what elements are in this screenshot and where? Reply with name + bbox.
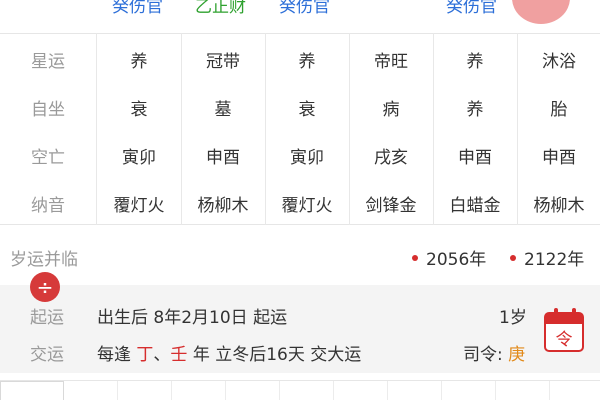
row-label: 纳音 — [31, 196, 65, 216]
tab-item[interactable] — [388, 381, 442, 400]
qiyun-age: 1岁 — [499, 308, 527, 328]
siling: 司令: 庚 — [463, 340, 525, 365]
grid-cell: 寅卯 — [290, 148, 324, 168]
siling-value: 庚 — [508, 345, 526, 365]
grid-cell: 覆灯火 — [113, 196, 165, 216]
grid-cell: 病 — [382, 100, 400, 120]
suiyun-binglin-row: 岁运并临 2056年 2122年 — [0, 240, 600, 274]
grid-divider — [349, 33, 350, 225]
plus-minus-badge-icon[interactable]: ÷ — [30, 272, 60, 302]
suiyun-year: 2122年 — [510, 245, 584, 270]
grid-divider — [96, 33, 97, 225]
grid-cell: 杨柳木 — [533, 196, 585, 216]
jiaoyun-stem: 壬 — [170, 345, 188, 365]
tab-item[interactable] — [172, 381, 226, 400]
grid-cell: 申酉 — [542, 148, 576, 168]
grid-cell: 杨柳木 — [197, 196, 249, 216]
tab-item[interactable] — [334, 381, 388, 400]
grid-cell: 沐浴 — [542, 52, 576, 72]
grid-cell: 养 — [466, 52, 484, 72]
grid-cell: 寅卯 — [122, 148, 156, 168]
calendar-ring — [572, 308, 576, 318]
qiyun-panel: 起运 出生后 8年2月10日 起运 1岁 交运 每逢 丁、壬 年 立冬后16天 … — [0, 285, 600, 373]
grid-cell: 戌亥 — [374, 148, 408, 168]
grid-cell: 覆灯火 — [281, 196, 333, 216]
siling-label: 司令: — [463, 345, 503, 365]
grid-cell: 申酉 — [206, 148, 240, 168]
suiyun-year-text: 2122年 — [524, 250, 585, 270]
grid-row-zizuo: 自坐 衰 墓 衰 病 养 胎 — [0, 82, 600, 130]
grid-row-xingyun: 星运 养 冠带 养 帝旺 养 沐浴 — [0, 34, 600, 82]
grid-divider — [433, 33, 434, 225]
jiaoyun-suffix: 年 立冬后16天 交大运 — [192, 345, 362, 365]
tab-item[interactable] — [0, 381, 64, 400]
jiaoyun-label: 交运 — [30, 345, 64, 365]
jiaoyun-text: 每逢 丁、壬 年 立冬后16天 交大运 — [97, 340, 361, 365]
calendar-ling-icon[interactable]: 令 — [544, 308, 584, 352]
tab-item[interactable] — [64, 381, 118, 400]
tab-item[interactable] — [118, 381, 172, 400]
suiyun-year: 2056年 — [412, 245, 486, 270]
grid-cell: 衰 — [298, 100, 316, 120]
ten-gods-row: 癸伤官 乙正财 癸伤官 癸伤官 — [0, 0, 600, 26]
grid-divider — [265, 33, 266, 225]
calendar-label: 令 — [555, 330, 573, 350]
bottom-tab-strip — [0, 380, 600, 400]
red-dot-icon — [510, 255, 516, 261]
grid-cell: 墓 — [214, 100, 232, 120]
grid-cell: 白蜡金 — [449, 196, 501, 216]
ten-god-cell: 癸伤官 — [279, 0, 330, 17]
grid-cell: 养 — [298, 52, 316, 72]
tab-item[interactable] — [226, 381, 280, 400]
tab-item[interactable] — [442, 381, 496, 400]
red-dot-icon — [412, 255, 418, 261]
calendar-ring — [554, 308, 558, 318]
jiaoyun-prefix: 每逢 — [97, 345, 131, 365]
row-label: 星运 — [31, 52, 65, 72]
calendar-header-bar — [546, 314, 582, 324]
qiyun-text: 出生后 8年2月10日 起运 — [97, 308, 288, 328]
grid-cell: 养 — [466, 100, 484, 120]
tab-item[interactable] — [280, 381, 334, 400]
ten-god-cell: 癸伤官 — [446, 0, 497, 17]
jiaoyun-sep: 、 — [153, 345, 171, 365]
grid-cell: 申酉 — [458, 148, 492, 168]
tab-item[interactable] — [496, 381, 550, 400]
jiaoyun-stem: 丁 — [136, 345, 154, 365]
grid-cell: 剑锋金 — [365, 196, 417, 216]
grid-cell: 养 — [130, 52, 148, 72]
grid-row-kongwang: 空亡 寅卯 申酉 寅卯 戌亥 申酉 申酉 — [0, 130, 600, 178]
grid-cell: 帝旺 — [374, 52, 408, 72]
grid-cell: 胎 — [550, 100, 568, 120]
ten-god-cell: 癸伤官 — [112, 0, 163, 17]
grid-cell: 衰 — [130, 100, 148, 120]
suiyun-label: 岁运并临 — [10, 250, 78, 270]
grid-divider — [181, 33, 182, 225]
row-label: 空亡 — [31, 148, 65, 168]
bazi-grid: 星运 养 冠带 养 帝旺 养 沐浴 自坐 衰 墓 衰 病 养 胎 空亡 寅卯 申… — [0, 33, 600, 225]
suiyun-year-text: 2056年 — [426, 250, 487, 270]
grid-divider — [517, 33, 518, 225]
grid-row-nayin: 纳音 覆灯火 杨柳木 覆灯火 剑锋金 白蜡金 杨柳木 — [0, 178, 600, 226]
grid-cell: 冠带 — [206, 52, 240, 72]
row-label: 自坐 — [31, 100, 65, 120]
qiyun-label: 起运 — [30, 308, 64, 328]
ten-god-cell: 乙正财 — [195, 0, 246, 17]
